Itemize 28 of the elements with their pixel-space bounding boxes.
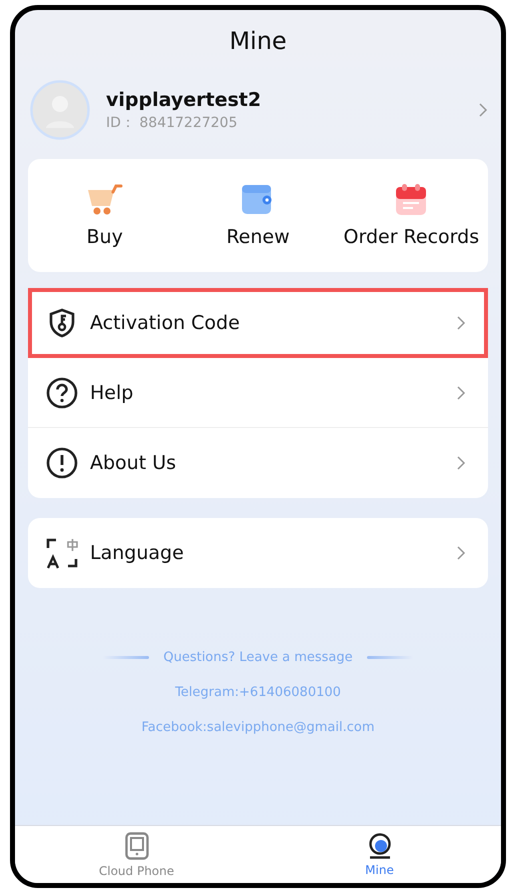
info-icon (46, 447, 78, 479)
page-title: Mine (228, 27, 288, 57)
user-id: ID： 88417227205 (106, 114, 238, 132)
action-button[interactable]: Renew (181, 159, 335, 272)
help-icon (46, 376, 78, 408)
calendar-icon (395, 183, 428, 216)
menu-item[interactable]: Help (28, 358, 488, 428)
user-icon (368, 832, 392, 858)
action-button[interactable]: Buy (28, 159, 182, 272)
contact-heading: Questions? Leave a message (163, 650, 353, 665)
chevron-right-icon (456, 384, 466, 400)
username: vipplayertest2 (106, 88, 262, 110)
translate-icon (46, 537, 78, 569)
chevron-right-icon (456, 455, 466, 471)
contact-line: Facebook:salevipphone@gmail.com (141, 720, 375, 735)
menu-item[interactable]: Activation Code (28, 288, 488, 358)
menu-item[interactable]: About Us (28, 428, 488, 498)
chevron-right-icon (456, 545, 466, 561)
chevron-right-icon (478, 102, 488, 118)
contact-line: Telegram:+61406080100 (175, 685, 341, 700)
menu-item[interactable]: Language (28, 518, 488, 588)
shopping-cart-icon (86, 184, 123, 216)
action-button[interactable]: Order Records (334, 159, 488, 272)
chevron-right-icon (456, 315, 466, 331)
avatar-icon (30, 80, 90, 140)
tablet-icon (124, 832, 148, 860)
tab[interactable]: Cloud Phone (15, 826, 258, 883)
tab[interactable]: Mine (258, 826, 501, 883)
